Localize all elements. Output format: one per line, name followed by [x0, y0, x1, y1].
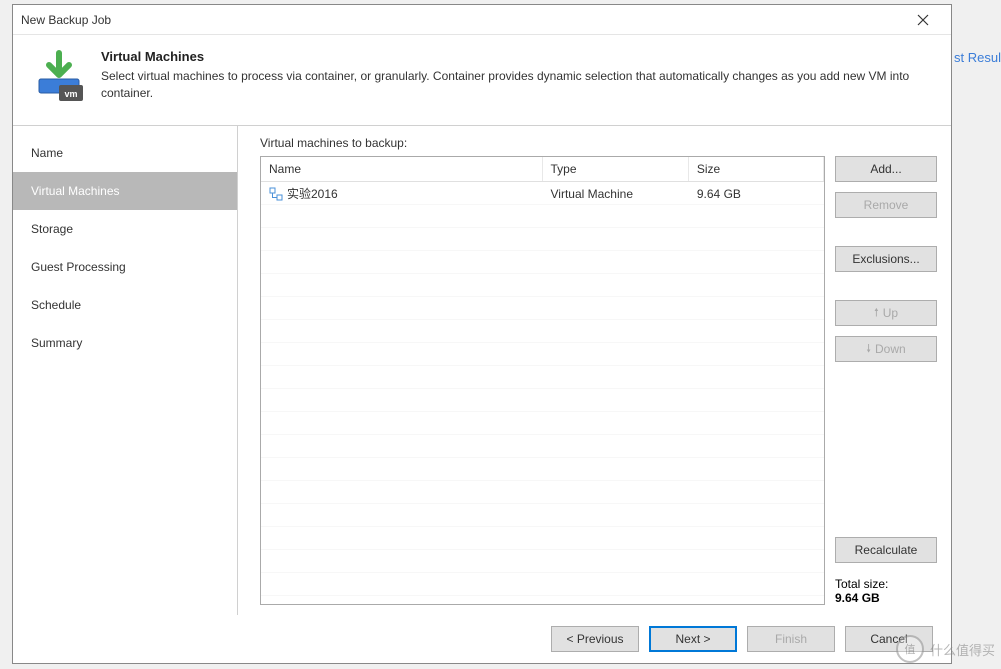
cancel-button[interactable]: Cancel — [845, 626, 933, 652]
sidebar-item-storage[interactable]: Storage — [13, 210, 237, 248]
table-row[interactable]: 实验2016 Virtual Machine 9.64 GB — [261, 182, 824, 205]
up-label: Up — [883, 306, 898, 320]
col-header-size[interactable]: Size — [689, 157, 824, 181]
cell-name-text: 实验2016 — [287, 185, 338, 202]
arrow-down-icon: 🠗 — [866, 340, 871, 359]
vm-icon — [269, 187, 283, 201]
action-buttons: Add... Remove Exclusions... 🠕 Up 🠗 Down — [835, 156, 937, 605]
cell-size: 9.64 GB — [689, 187, 824, 201]
arrow-up-icon: 🠕 — [874, 304, 879, 323]
window-title: New Backup Job — [21, 13, 903, 27]
remove-button[interactable]: Remove — [835, 192, 937, 218]
sidebar-item-virtual-machines[interactable]: Virtual Machines — [13, 172, 237, 210]
total-size-value: 9.64 GB — [835, 591, 947, 605]
previous-button[interactable]: < Previous — [551, 626, 639, 652]
sidebar-item-schedule[interactable]: Schedule — [13, 286, 237, 324]
total-size-label: Total size: — [835, 577, 947, 591]
col-header-type[interactable]: Type — [543, 157, 689, 181]
vm-list-label: Virtual machines to backup: — [260, 136, 937, 150]
sidebar-item-name[interactable]: Name — [13, 134, 237, 172]
header-heading: Virtual Machines — [101, 49, 933, 64]
titlebar: New Backup Job — [13, 5, 951, 35]
total-size-block: Total size: 9.64 GB — [835, 577, 947, 605]
dialog-header: vm Virtual Machines Select virtual machi… — [13, 35, 951, 126]
table-body[interactable]: 实验2016 Virtual Machine 9.64 GB — [261, 182, 824, 604]
dialog-new-backup-job: New Backup Job vm Virtual Machines Selec… — [12, 4, 952, 664]
col-header-name[interactable]: Name — [261, 157, 543, 181]
table-header: Name Type Size — [261, 157, 824, 182]
finish-button[interactable]: Finish — [747, 626, 835, 652]
down-button[interactable]: 🠗 Down — [835, 336, 937, 362]
main-panel: Virtual machines to backup: Name Type Si… — [238, 126, 951, 615]
cell-name: 实验2016 — [261, 185, 543, 202]
close-button[interactable] — [903, 6, 943, 34]
vm-header-icon: vm — [31, 49, 87, 105]
vm-table: Name Type Size 实验20 — [260, 156, 825, 605]
next-button[interactable]: Next > — [649, 626, 737, 652]
exclusions-button[interactable]: Exclusions... — [835, 246, 937, 272]
svg-text:vm: vm — [64, 89, 77, 99]
close-icon — [917, 14, 929, 26]
cell-type: Virtual Machine — [543, 187, 689, 201]
header-text: Virtual Machines Select virtual machines… — [101, 49, 933, 105]
background-text: st Resul — [954, 50, 1001, 65]
add-button[interactable]: Add... — [835, 156, 937, 182]
wizard-sidebar: Name Virtual Machines Storage Guest Proc… — [13, 126, 238, 615]
header-description: Select virtual machines to process via c… — [101, 68, 933, 102]
main-row: Name Type Size 实验20 — [260, 156, 937, 605]
sidebar-item-summary[interactable]: Summary — [13, 324, 237, 362]
recalculate-button[interactable]: Recalculate — [835, 537, 937, 563]
sidebar-item-guest-processing[interactable]: Guest Processing — [13, 248, 237, 286]
dialog-footer: < Previous Next > Finish Cancel — [13, 615, 951, 663]
up-button[interactable]: 🠕 Up — [835, 300, 937, 326]
dialog-body: Name Virtual Machines Storage Guest Proc… — [13, 126, 951, 615]
down-label: Down — [875, 342, 906, 356]
